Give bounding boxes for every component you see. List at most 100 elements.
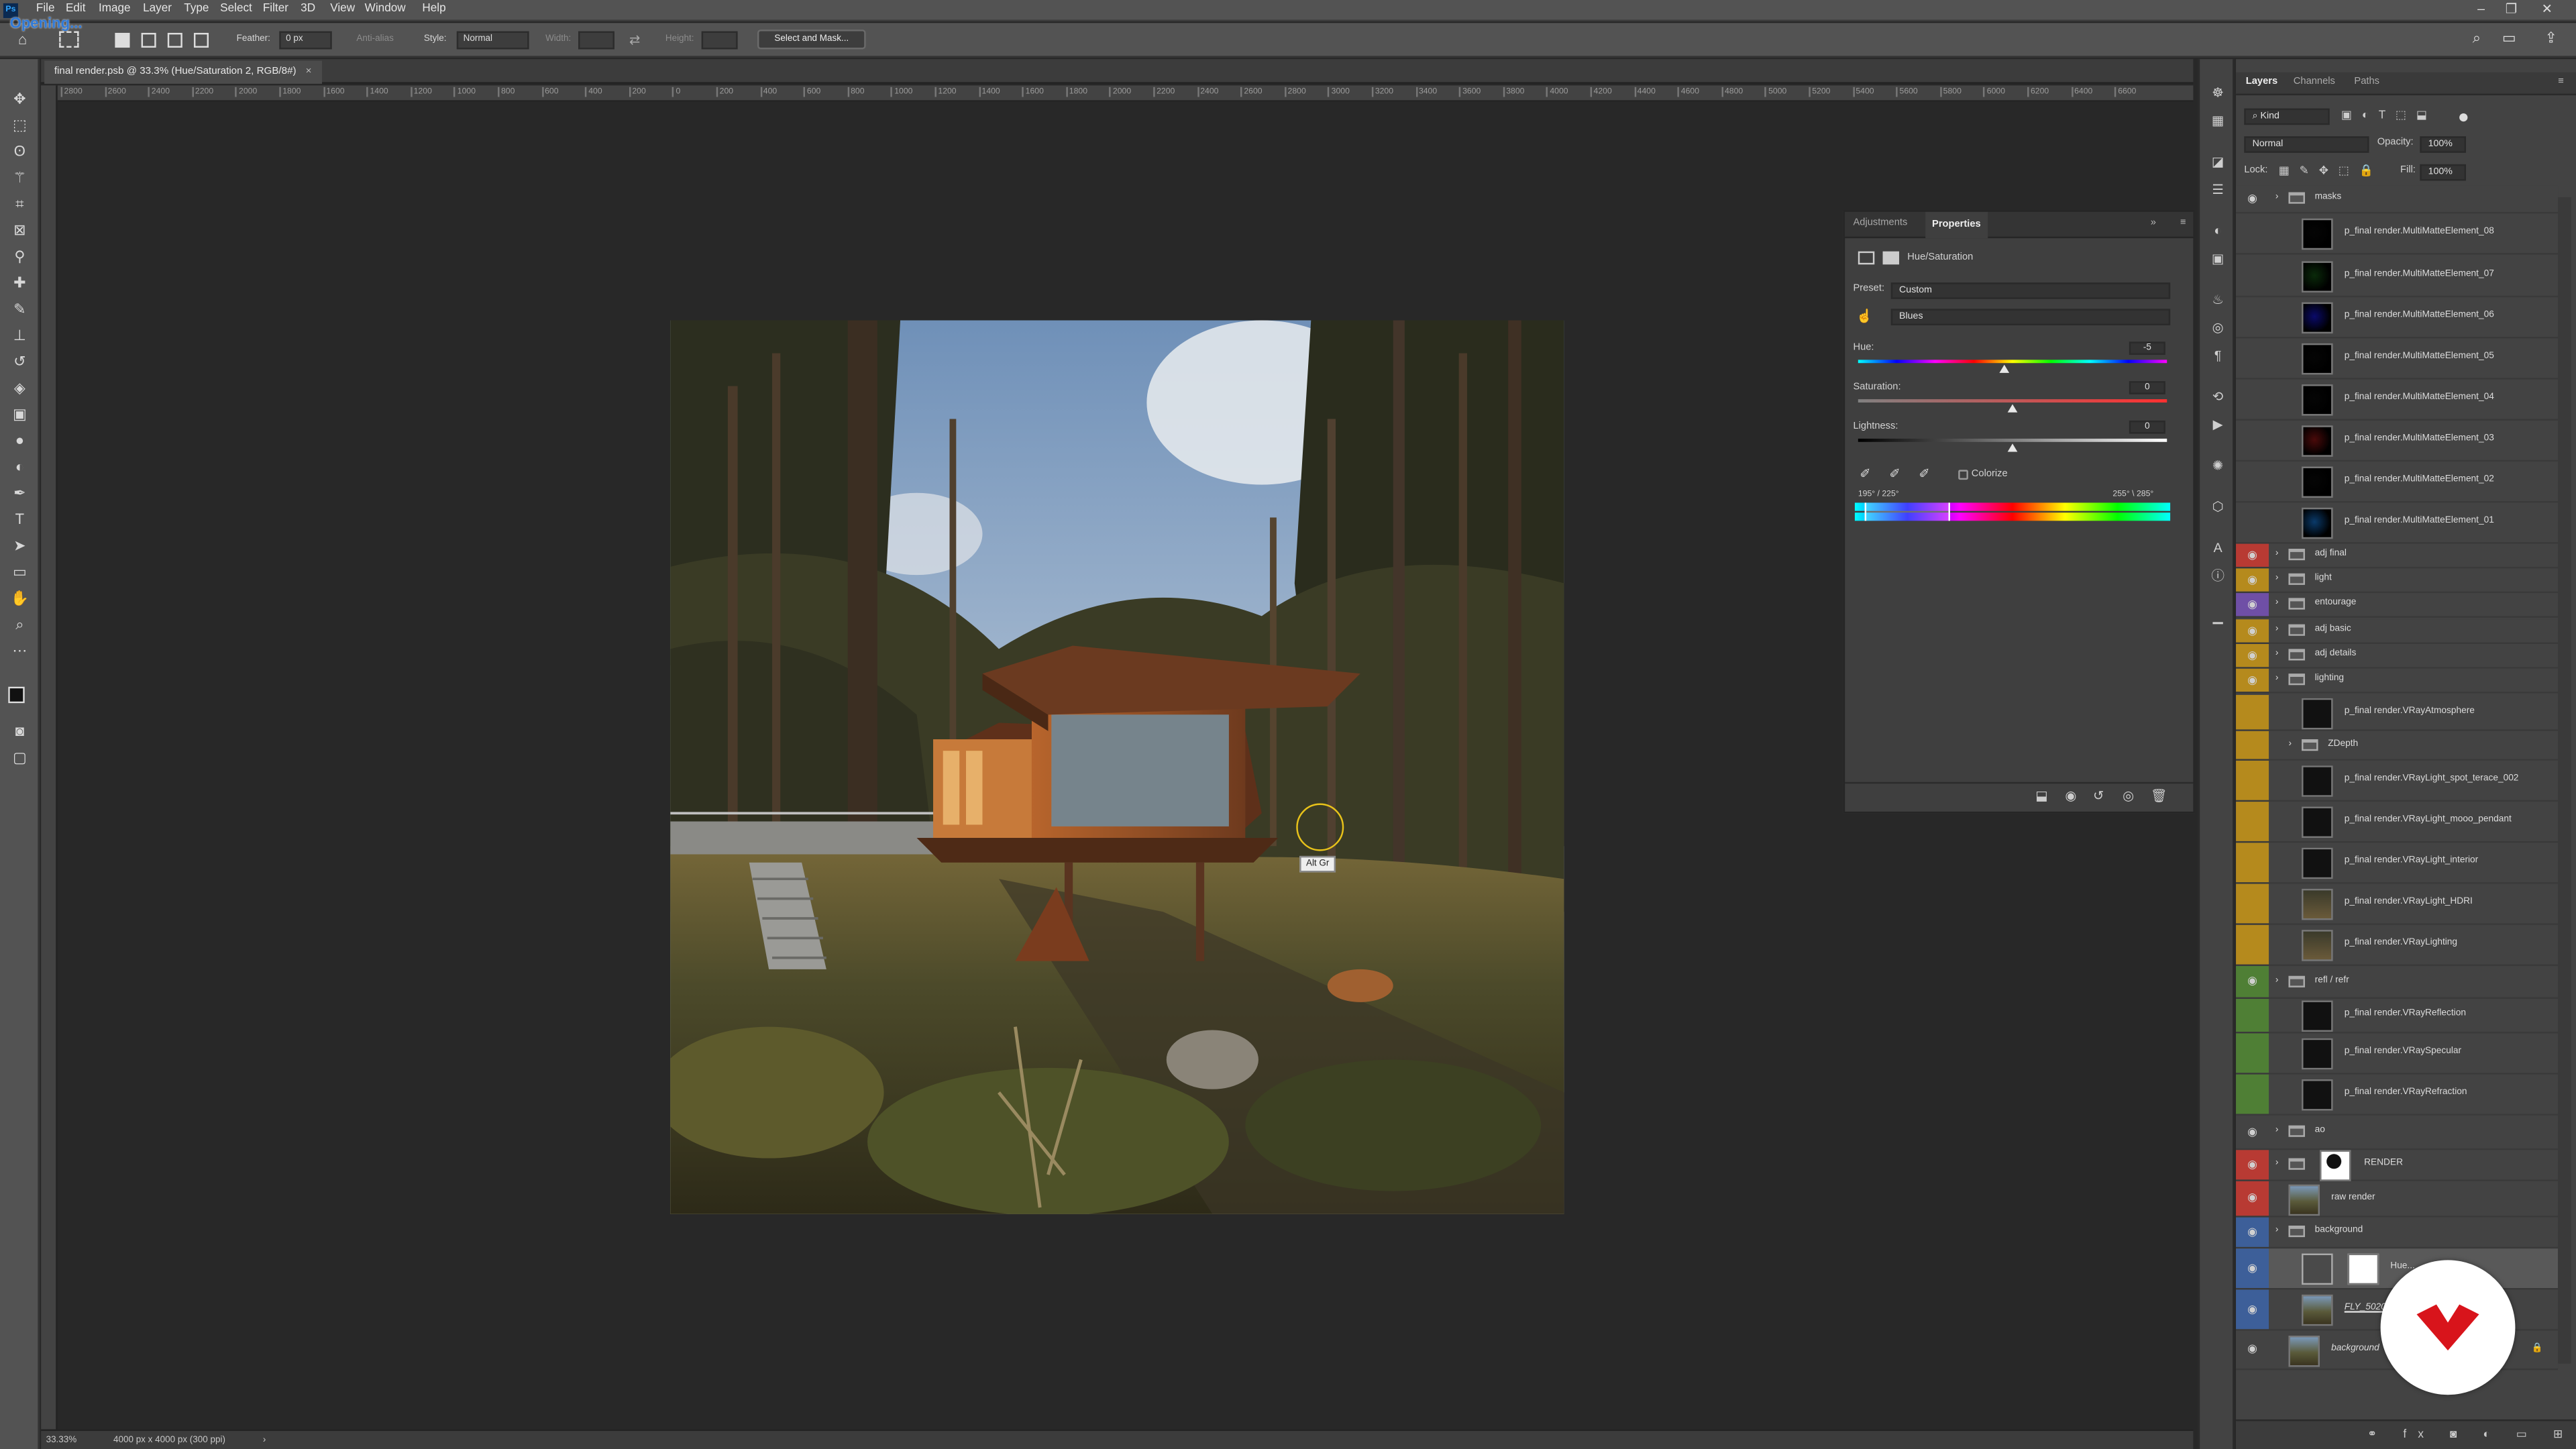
tab-channels[interactable]: Channels [2294,77,2335,87]
layer-visibility-eye-icon[interactable] [2236,256,2269,296]
frame-tool-icon[interactable]: ⊠ [8,219,31,241]
layer-visibility-eye-icon[interactable] [2236,998,2269,1032]
layer-group-row[interactable]: ◉ › lighting [2236,668,2559,694]
layer-thumbnail[interactable] [2302,425,2333,457]
horizontal-ruler[interactable]: 2800 2600 2400 2200 2000 1800 1600 1400 1200 1000… [57,85,2194,102]
fill-input[interactable]: 100% [2420,164,2466,181]
layer-footer-icons[interactable]: ⚭ fx ◙ ◐ ▭ ⊞ 🗑 [2367,1428,2576,1441]
height-input[interactable] [701,31,738,50]
on-image-adjust-hand-icon[interactable]: ☝ [1856,309,1872,323]
rectangle-tool-icon[interactable]: ▭ [8,560,31,583]
share-icon[interactable]: ⇪ [2545,30,2557,48]
restore-icon[interactable]: ❐ [2506,1,2518,16]
layer-visibility-eye-icon[interactable] [2236,843,2269,883]
colorize-checkbox[interactable] [1958,470,1968,480]
layer-visibility-eye-icon[interactable]: ◉ [2236,1217,2269,1247]
layer-visibility-eye-icon[interactable]: ◉ [2236,1116,2269,1148]
layer-kind-filter[interactable]: ⌕ Kind [2244,108,2330,125]
layer-visibility-eye-icon[interactable] [2236,297,2269,337]
menu-image[interactable]: Image [99,3,131,15]
layer-thumbnail[interactable] [2302,261,2333,292]
swap-dimensions-icon[interactable]: ⇄ [629,33,640,48]
layer-visibility-eye-icon[interactable] [2236,694,2269,730]
layer-thumbnail[interactable] [2302,218,2333,250]
layer-group-row[interactable]: ◉ › entourage [2236,593,2559,618]
lock-icons[interactable]: ▦✎✥⬚🔒 [2279,164,2383,177]
antialias-checkbox[interactable]: Anti-alias [356,34,393,44]
swatches-icon[interactable]: ▣ [2208,250,2227,269]
actions-icon[interactable]: ▶ [2208,416,2227,435]
delete-adjustment-icon[interactable]: 🗑 [2151,789,2167,804]
layer-mask-thumbnail[interactable] [2347,1253,2379,1285]
layer-visibility-eye-icon[interactable] [2236,924,2269,965]
layers-panel-menu-icon[interactable]: ≡ [2558,77,2564,87]
hue-input[interactable]: -5 [2129,341,2165,355]
close-icon[interactable]: ✕ [2542,1,2553,16]
layer-row[interactable]: p_final render.VRayLight_mooo_pendant [2236,802,2559,843]
brush-tool-icon[interactable]: ✎ [8,297,31,320]
layer-row[interactable]: p_final render.MultiMatteElement_07 [2236,256,2559,298]
foreground-color-swatch[interactable] [8,686,25,704]
history-brush-icon[interactable]: ↺ [8,350,31,373]
layer-visibility-eye-icon[interactable] [2236,802,2269,841]
layer-visibility-eye-icon[interactable]: ◉ [2236,1150,2269,1180]
subtract-from-selection-icon[interactable] [167,32,182,48]
width-input[interactable] [578,31,614,50]
layer-group-row[interactable]: ◉ › adj details [2236,644,2559,669]
info-icon[interactable]: ⓘ [2208,567,2227,586]
layer-thumbnail[interactable] [2302,697,2333,729]
layer-row[interactable]: ◉ raw render [2236,1181,2559,1218]
menu-type[interactable]: Type [184,3,209,15]
navigator-icon[interactable]: ✺ [2208,457,2227,476]
style-select[interactable]: Normal [456,31,529,50]
collapse-panel-icon[interactable]: » [2151,219,2156,229]
layer-row[interactable]: p_final render.VRaySpecular [2236,1033,2559,1075]
layer-thumbnail[interactable] [2302,384,2333,416]
layer-group-row[interactable]: ◉ › background [2236,1217,2559,1249]
add-to-selection-icon[interactable] [141,32,156,48]
menu-filter[interactable]: Filter [263,3,288,15]
eraser-icon[interactable]: ◈ [8,376,31,399]
preset-select[interactable]: Custom [1890,282,2171,299]
layer-thumbnail[interactable] [2302,930,2333,961]
intersect-selection-icon[interactable] [193,32,209,48]
minimize-icon[interactable]: – [2477,1,2485,16]
adjustments-icon[interactable]: ◪ [2208,153,2227,172]
layer-thumbnail[interactable] [2302,806,2333,838]
magic-wand-icon[interactable]: ⚚ [8,166,31,189]
layer-visibility-eye-icon[interactable]: ◉ [2236,644,2269,667]
home-icon[interactable]: ⌂ [18,32,38,50]
layer-thumbnail[interactable] [2288,1183,2320,1216]
layer-thumbnail[interactable] [2302,1294,2333,1326]
tab-layers[interactable]: Layers [2246,77,2277,87]
character-icon[interactable]: A [2208,539,2227,558]
layer-thumbnail[interactable] [2288,1334,2320,1366]
tab-paths[interactable]: Paths [2354,77,2379,87]
menu-help[interactable]: Help [422,3,445,15]
crop-tool-icon[interactable]: ⌗ [8,193,31,215]
layer-group-row[interactable]: ◉ › adj basic [2236,619,2559,645]
layer-row[interactable]: p_final render.MultiMatteElement_02 [2236,462,2559,503]
color-icon[interactable]: ◐ [2208,222,2227,241]
eyedropper-icon[interactable]: ⚲ [8,245,31,268]
dodge-tool-icon[interactable]: ◐ [8,455,31,478]
lasso-tool-icon[interactable]: ʘ [8,140,31,162]
layer-visibility-eye-icon[interactable] [2236,760,2269,800]
eyedropper-add-icon[interactable]: ✐ [1889,467,1900,482]
saturation-slider-track[interactable] [1858,399,2167,403]
layer-visibility-eye-icon[interactable]: ◉ [2236,619,2269,643]
lightness-input[interactable]: 0 [2129,420,2165,434]
layer-filter-icons[interactable]: ▣◐T⬚⬓ [2341,109,2437,121]
new-selection-icon[interactable] [115,32,130,48]
layer-row[interactable]: p_final render.MultiMatteElement_01 [2236,502,2559,544]
pen-tool-icon[interactable]: ✒ [8,482,31,504]
layer-visibility-eye-icon[interactable]: ◉ [2236,966,2269,998]
layer-group-row[interactable]: ◉ › ao [2236,1115,2559,1150]
layer-thumbnail[interactable] [2302,888,2333,920]
group-expand-arrow-icon[interactable]: › [2275,193,2279,203]
layer-group-row[interactable]: › ZDepth [2236,731,2559,761]
menu-file[interactable]: File [36,3,55,15]
healing-brush-icon[interactable]: ✚ [8,271,31,294]
group-expand-arrow-icon[interactable]: › [2275,549,2279,559]
group-expand-arrow-icon[interactable]: › [2275,1226,2279,1236]
